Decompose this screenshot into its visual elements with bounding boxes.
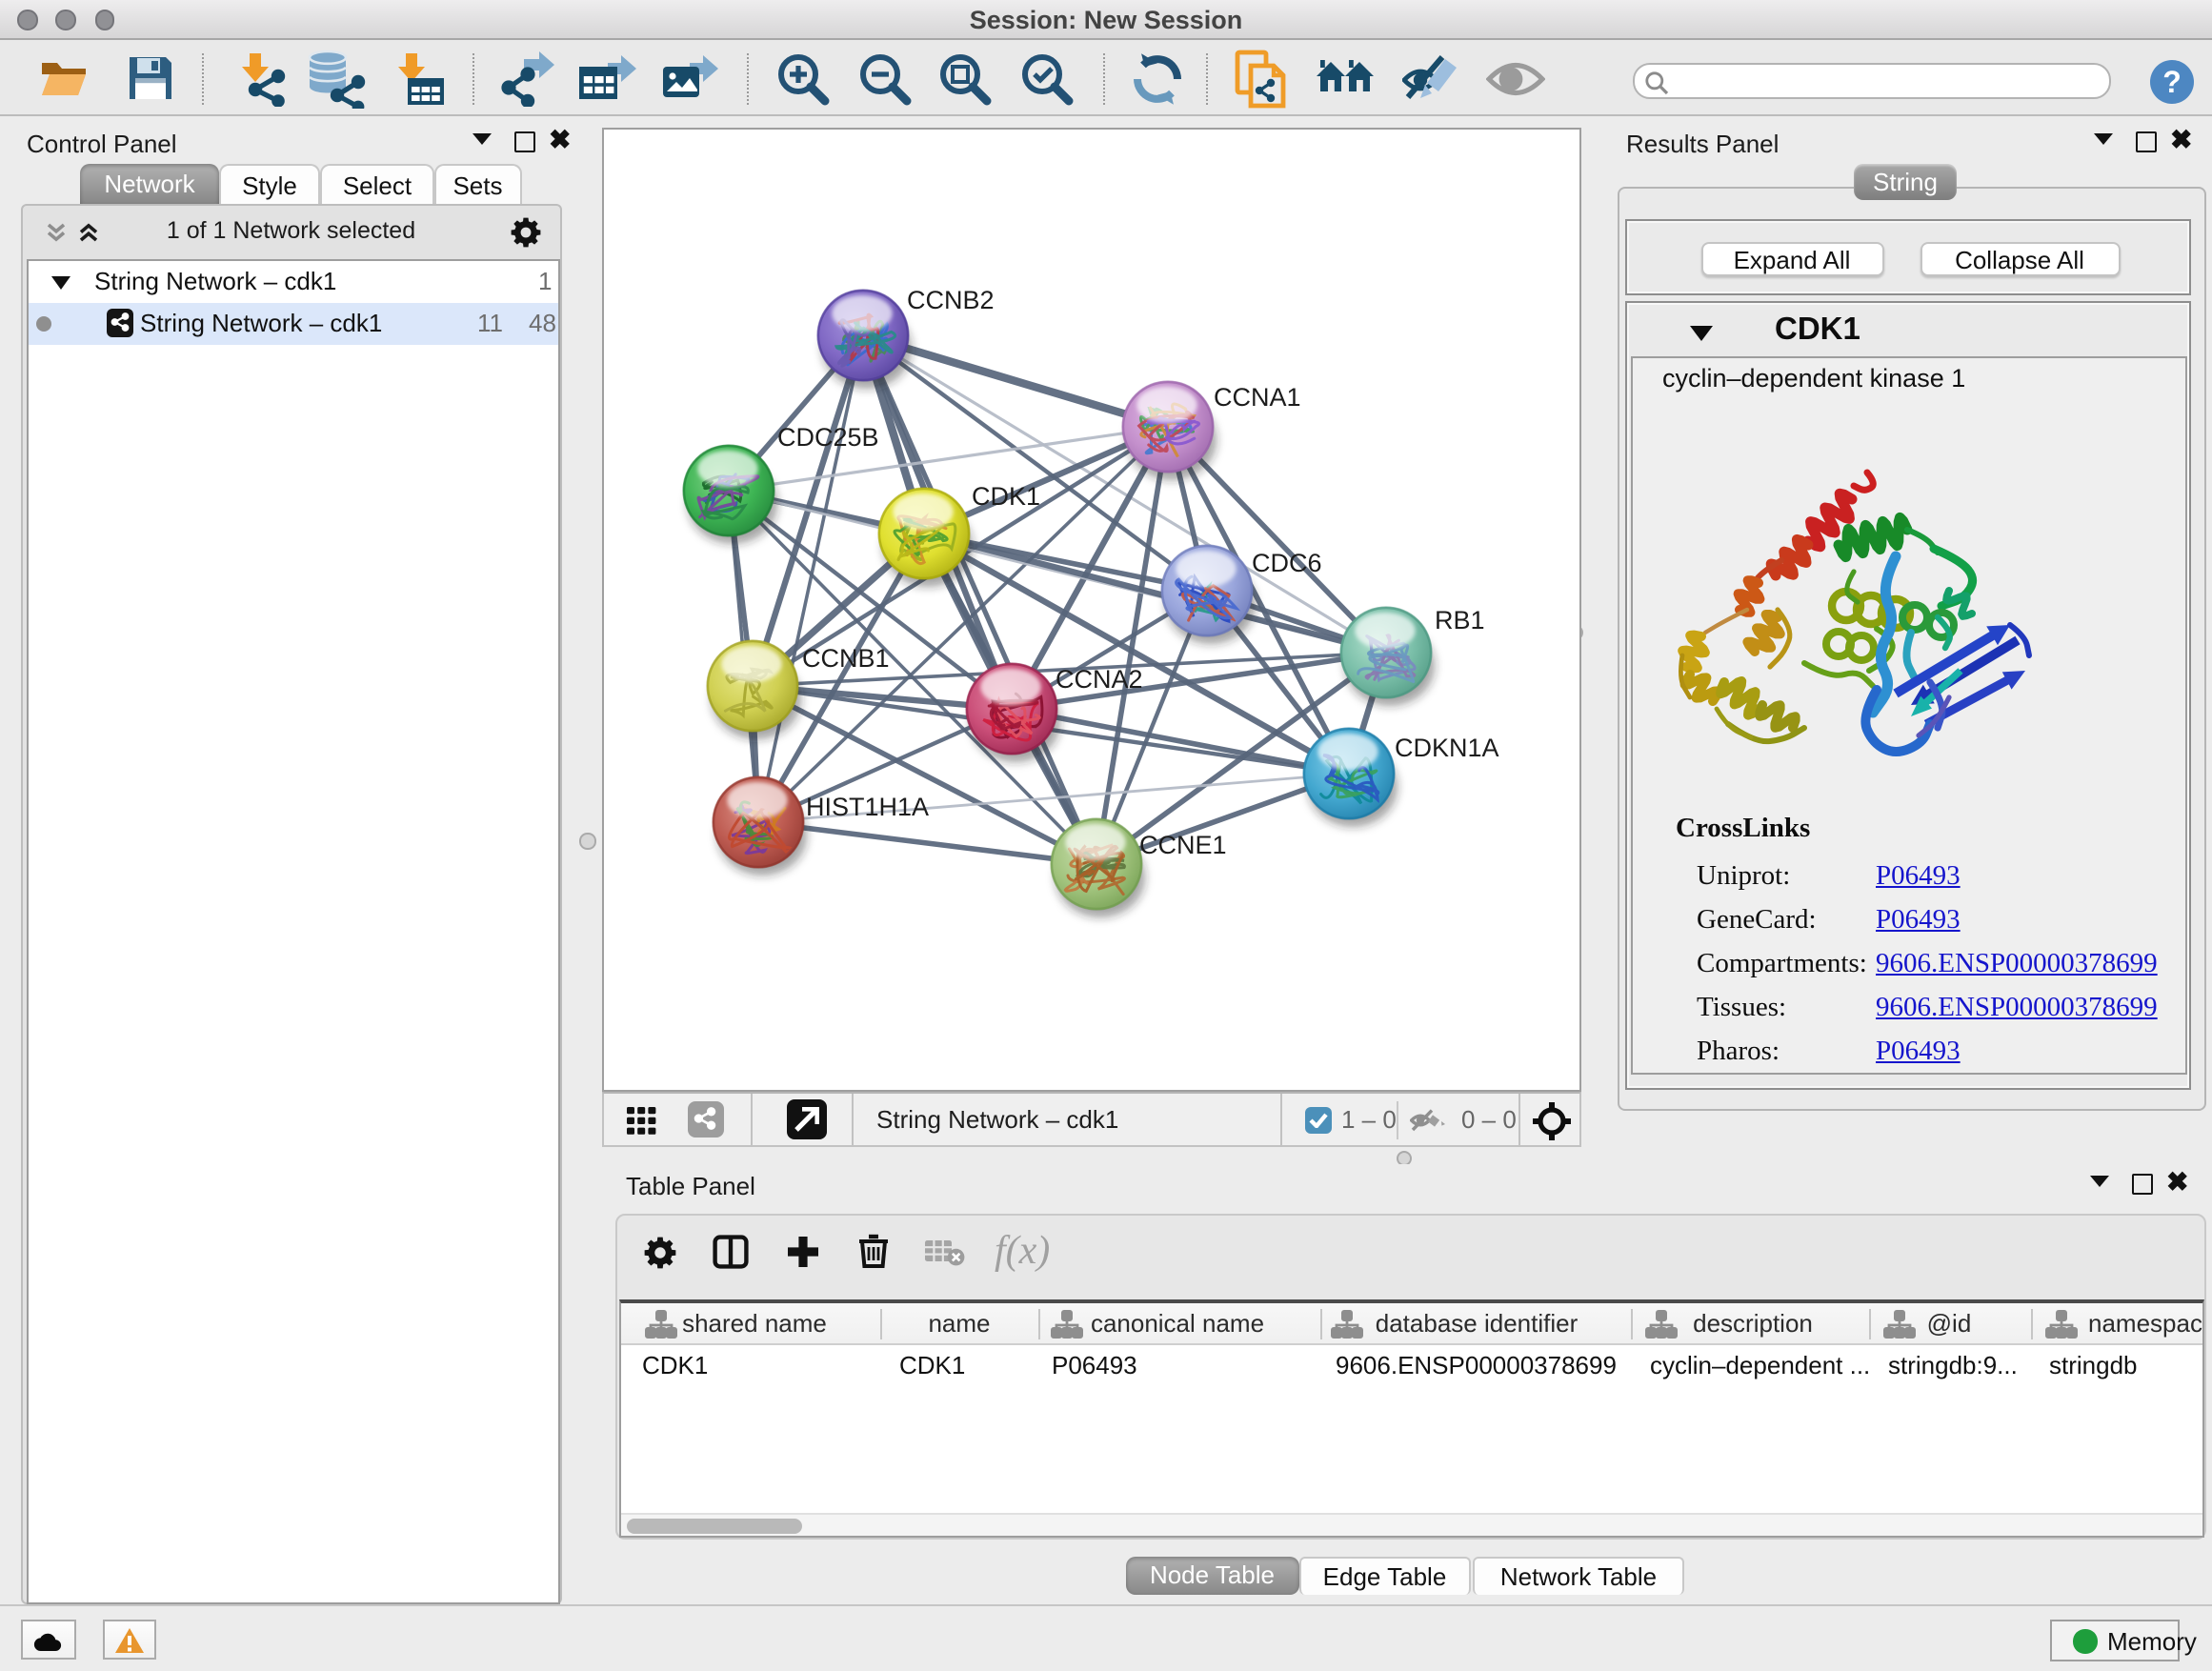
svg-text:CDC6: CDC6 (1252, 548, 1322, 576)
svg-text:f(x): f(x) (995, 1228, 1050, 1272)
svg-text:CCNB1: CCNB1 (802, 643, 890, 672)
svg-text:CCNE1: CCNE1 (1139, 830, 1227, 858)
svg-text:CDC25B: CDC25B (777, 422, 879, 451)
svg-text:CDKN1A: CDKN1A (1395, 733, 1499, 761)
svg-text:CCNA2: CCNA2 (1056, 664, 1143, 693)
svg-text:HIST1H1A: HIST1H1A (806, 792, 929, 820)
svg-text:CCNB2: CCNB2 (907, 285, 995, 313)
svg-text:?: ? (2162, 65, 2182, 99)
svg-text:CDK1: CDK1 (972, 481, 1040, 510)
svg-text:RB1: RB1 (1435, 605, 1485, 634)
svg-text:CCNA1: CCNA1 (1214, 382, 1301, 411)
